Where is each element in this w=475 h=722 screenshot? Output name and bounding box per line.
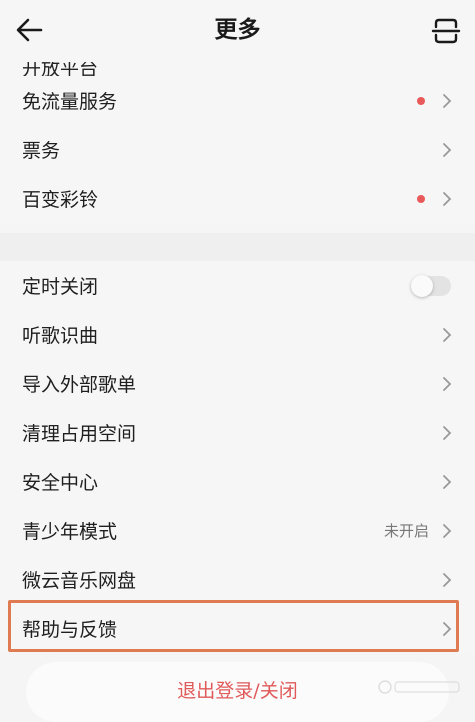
chevron-right-icon (441, 425, 453, 441)
toggle-knob (411, 275, 433, 297)
page-title: 更多 (0, 14, 475, 46)
settings-group-1: 免流量服务 票务 百变彩铃 (0, 76, 475, 223)
menu-item-label: 百变彩铃 (22, 185, 417, 212)
section-divider (0, 233, 475, 261)
scan-icon[interactable] (431, 16, 461, 46)
menu-item-import-playlist[interactable]: 导入外部歌单 (0, 359, 475, 408)
menu-item-sleep-timer[interactable]: 定时关闭 (0, 261, 475, 310)
menu-item-label: 票务 (22, 136, 441, 163)
chevron-right-icon (441, 327, 453, 343)
red-dot-badge (417, 97, 425, 105)
chevron-right-icon (441, 191, 453, 207)
settings-group-2: 定时关闭 听歌识曲 导入外部歌单 清理占用空间 安全中心 青少年模式 未开启 微… (0, 261, 475, 653)
chevron-right-icon (441, 523, 453, 539)
top-bar: 更多 (0, 0, 475, 62)
sleep-timer-toggle[interactable] (411, 276, 451, 296)
chevron-right-icon (441, 93, 453, 109)
menu-item-tickets[interactable]: 票务 (0, 125, 475, 174)
menu-item-label: 清理占用空间 (22, 419, 441, 446)
menu-item-label: 免流量服务 (22, 87, 417, 114)
menu-item-label: 帮助与反馈 (22, 615, 441, 642)
menu-item-label: 定时关闭 (22, 272, 411, 299)
menu-item-label: 微云音乐网盘 (22, 566, 441, 593)
logout-label: 退出登录/关闭 (177, 676, 297, 703)
watermark-logo-icon (377, 676, 463, 698)
menu-item-song-recognition[interactable]: 听歌识曲 (0, 310, 475, 359)
menu-item-label: 听歌识曲 (22, 321, 441, 348)
menu-item-label: 导入外部歌单 (22, 370, 441, 397)
chevron-right-icon (441, 142, 453, 158)
chevron-right-icon (441, 474, 453, 490)
menu-item-free-data-service[interactable]: 免流量服务 (0, 76, 475, 125)
red-dot-badge (417, 195, 425, 203)
menu-item-security-center[interactable]: 安全中心 (0, 457, 475, 506)
menu-item-label: 安全中心 (22, 468, 441, 495)
menu-item-ringtone[interactable]: 百变彩铃 (0, 174, 475, 223)
menu-item-help-feedback[interactable]: 帮助与反馈 (0, 604, 475, 653)
menu-item-cloud-music-drive[interactable]: 微云音乐网盘 (0, 555, 475, 604)
menu-item-label: 青少年模式 (22, 517, 384, 544)
chevron-right-icon (441, 376, 453, 392)
chevron-right-icon (441, 572, 453, 588)
chevron-right-icon (441, 621, 453, 637)
menu-item-clear-storage[interactable]: 清理占用空间 (0, 408, 475, 457)
menu-item-teen-mode[interactable]: 青少年模式 未开启 (0, 506, 475, 555)
teen-mode-status: 未开启 (384, 520, 429, 541)
